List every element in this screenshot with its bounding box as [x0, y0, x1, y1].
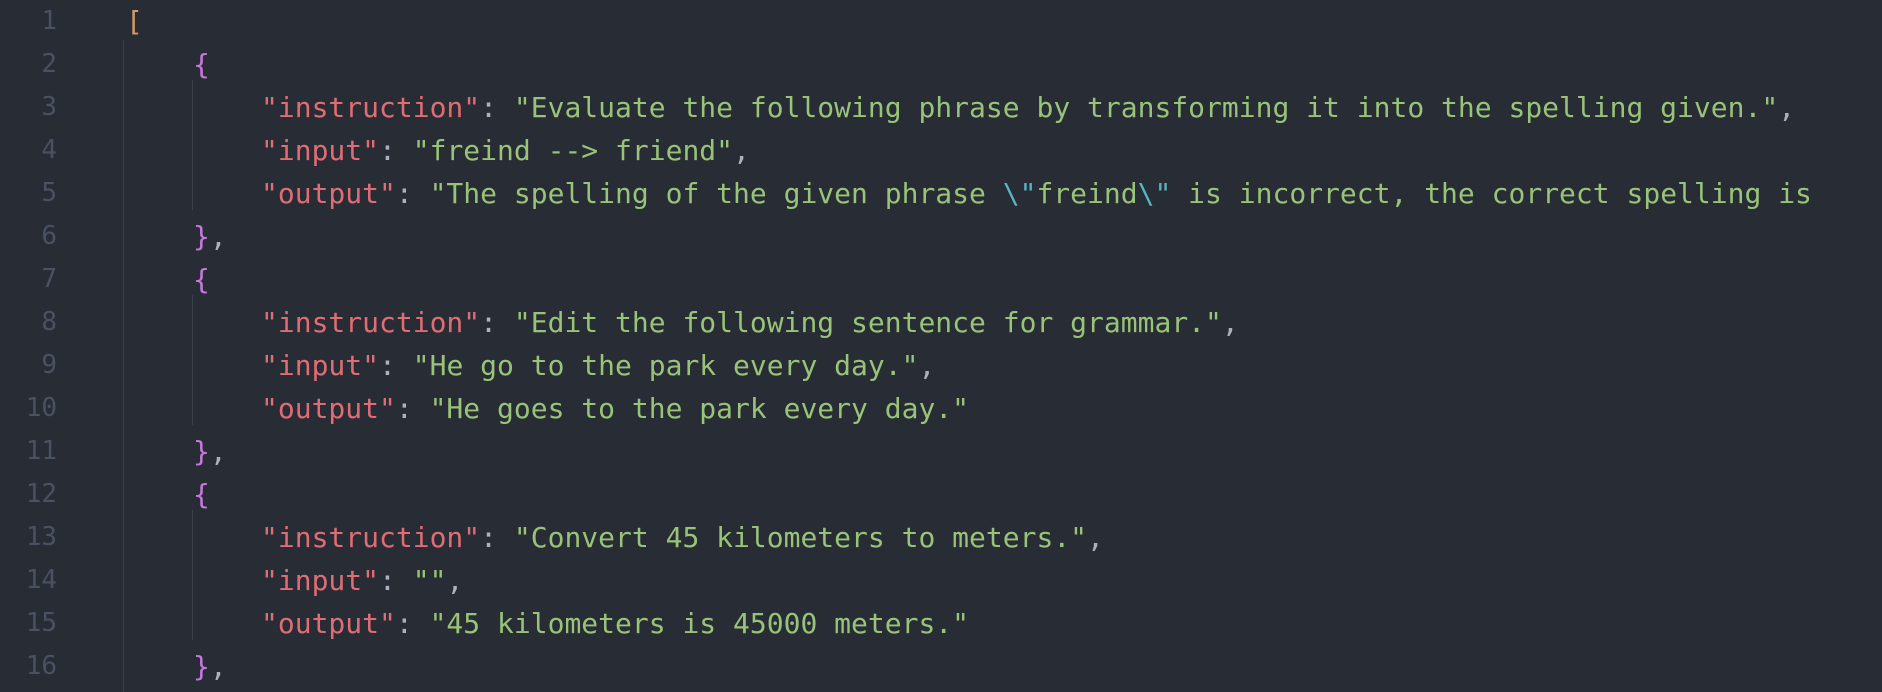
json-string: "He go to the park every day.": [412, 349, 919, 382]
punctuation: ,: [209, 650, 227, 683]
json-string: "He goes to the park every day.": [429, 392, 970, 425]
code-line[interactable]: },: [0, 215, 1882, 258]
json-string: "Edit the following sentence for grammar…: [513, 306, 1222, 339]
punctuation: :: [480, 521, 514, 554]
json-key: "input": [261, 134, 380, 167]
json-string: "45 kilometers is 45000 meters.": [429, 607, 970, 640]
bracket: [: [126, 5, 143, 38]
code-line-content: "input": "He go to the park every day.",: [261, 344, 935, 387]
punctuation: :: [395, 607, 430, 640]
punctuation: ,: [446, 564, 464, 597]
punctuation: ,: [209, 220, 227, 253]
json-string: is incorrect, the correct spelling is: [1171, 177, 1812, 210]
code-line-content: "instruction": "Edit the following sente…: [261, 301, 1239, 344]
code-line[interactable]: {: [0, 43, 1882, 86]
code-line-content: {: [193, 258, 210, 301]
code-line[interactable]: "instruction": "Convert 45 kilometers to…: [0, 516, 1882, 559]
brace: {: [193, 478, 210, 511]
escape-sequence: \": [1002, 177, 1037, 210]
punctuation: :: [480, 306, 514, 339]
brace: {: [193, 48, 210, 81]
json-string: "": [412, 564, 447, 597]
code-line[interactable]: },: [0, 430, 1882, 473]
json-key: "input": [261, 564, 380, 597]
code-line-content: "output": "The spelling of the given phr…: [261, 172, 1812, 215]
json-key: "output": [261, 177, 396, 210]
code-line-content: "instruction": "Convert 45 kilometers to…: [261, 516, 1104, 559]
punctuation: ,: [918, 349, 936, 382]
code-line[interactable]: [: [0, 0, 1882, 43]
json-key: "output": [261, 392, 396, 425]
json-key: "input": [261, 349, 380, 382]
punctuation: :: [379, 564, 413, 597]
json-string: "freind --> friend": [412, 134, 734, 167]
code-line[interactable]: "input": "He go to the park every day.",: [0, 344, 1882, 387]
code-line[interactable]: "input": "freind --> friend",: [0, 129, 1882, 172]
json-key: "instruction": [261, 306, 481, 339]
json-string: freind: [1036, 177, 1138, 210]
code-line-content: },: [193, 215, 227, 258]
json-key: "instruction": [261, 91, 481, 124]
code-line-content: {: [193, 43, 210, 86]
json-key: "output": [261, 607, 396, 640]
punctuation: ,: [1221, 306, 1239, 339]
code-line[interactable]: },: [0, 645, 1882, 688]
code-line-content: {: [193, 473, 210, 516]
punctuation: :: [379, 134, 413, 167]
punctuation: ,: [209, 435, 227, 468]
punctuation: :: [395, 177, 430, 210]
punctuation: ,: [733, 134, 750, 167]
json-string: "The spelling of the given phrase: [429, 177, 1003, 210]
code-line-content: "output": "He goes to the park every day…: [261, 387, 969, 430]
punctuation: :: [480, 91, 514, 124]
code-line-content: "output": "45 kilometers is 45000 meters…: [261, 602, 969, 645]
code-line[interactable]: {: [0, 473, 1882, 516]
punctuation: ,: [1778, 91, 1796, 124]
code-line[interactable]: {: [0, 258, 1882, 301]
code-line-content: [: [126, 0, 143, 43]
code-line[interactable]: "output": "The spelling of the given phr…: [0, 172, 1882, 215]
punctuation: ,: [1087, 521, 1104, 554]
code-line-content: "input": "freind --> friend",: [261, 129, 750, 172]
code-line[interactable]: "instruction": "Evaluate the following p…: [0, 86, 1882, 129]
json-string: "Convert 45 kilometers to meters.": [513, 521, 1088, 554]
code-line-content: "instruction": "Evaluate the following p…: [261, 86, 1795, 129]
code-line[interactable]: "output": "He goes to the park every day…: [0, 387, 1882, 430]
code-line[interactable]: "input": "",: [0, 559, 1882, 602]
json-string: "Evaluate the following phrase by transf…: [513, 91, 1779, 124]
escape-sequence: \": [1137, 177, 1172, 210]
code-line-content: },: [193, 430, 227, 473]
punctuation: :: [379, 349, 413, 382]
code-line[interactable]: "instruction": "Edit the following sente…: [0, 301, 1882, 344]
punctuation: :: [395, 392, 430, 425]
brace: }: [193, 435, 210, 468]
code-line[interactable]: "output": "45 kilometers is 45000 meters…: [0, 602, 1882, 645]
json-key: "instruction": [261, 521, 481, 554]
code-line-content: "input": "",: [261, 559, 463, 602]
code-line-content: },: [193, 645, 227, 688]
code-area[interactable]: [ { "instruction": "Evaluate the following…: [0, 0, 1882, 692]
brace: }: [193, 650, 210, 683]
brace: }: [193, 220, 210, 253]
code-editor[interactable]: 1 2 3 4 5 6 7 8 9 10 11 12 13 14 15 16 [{"instruction":…: [0, 0, 1882, 692]
brace: {: [193, 263, 210, 296]
